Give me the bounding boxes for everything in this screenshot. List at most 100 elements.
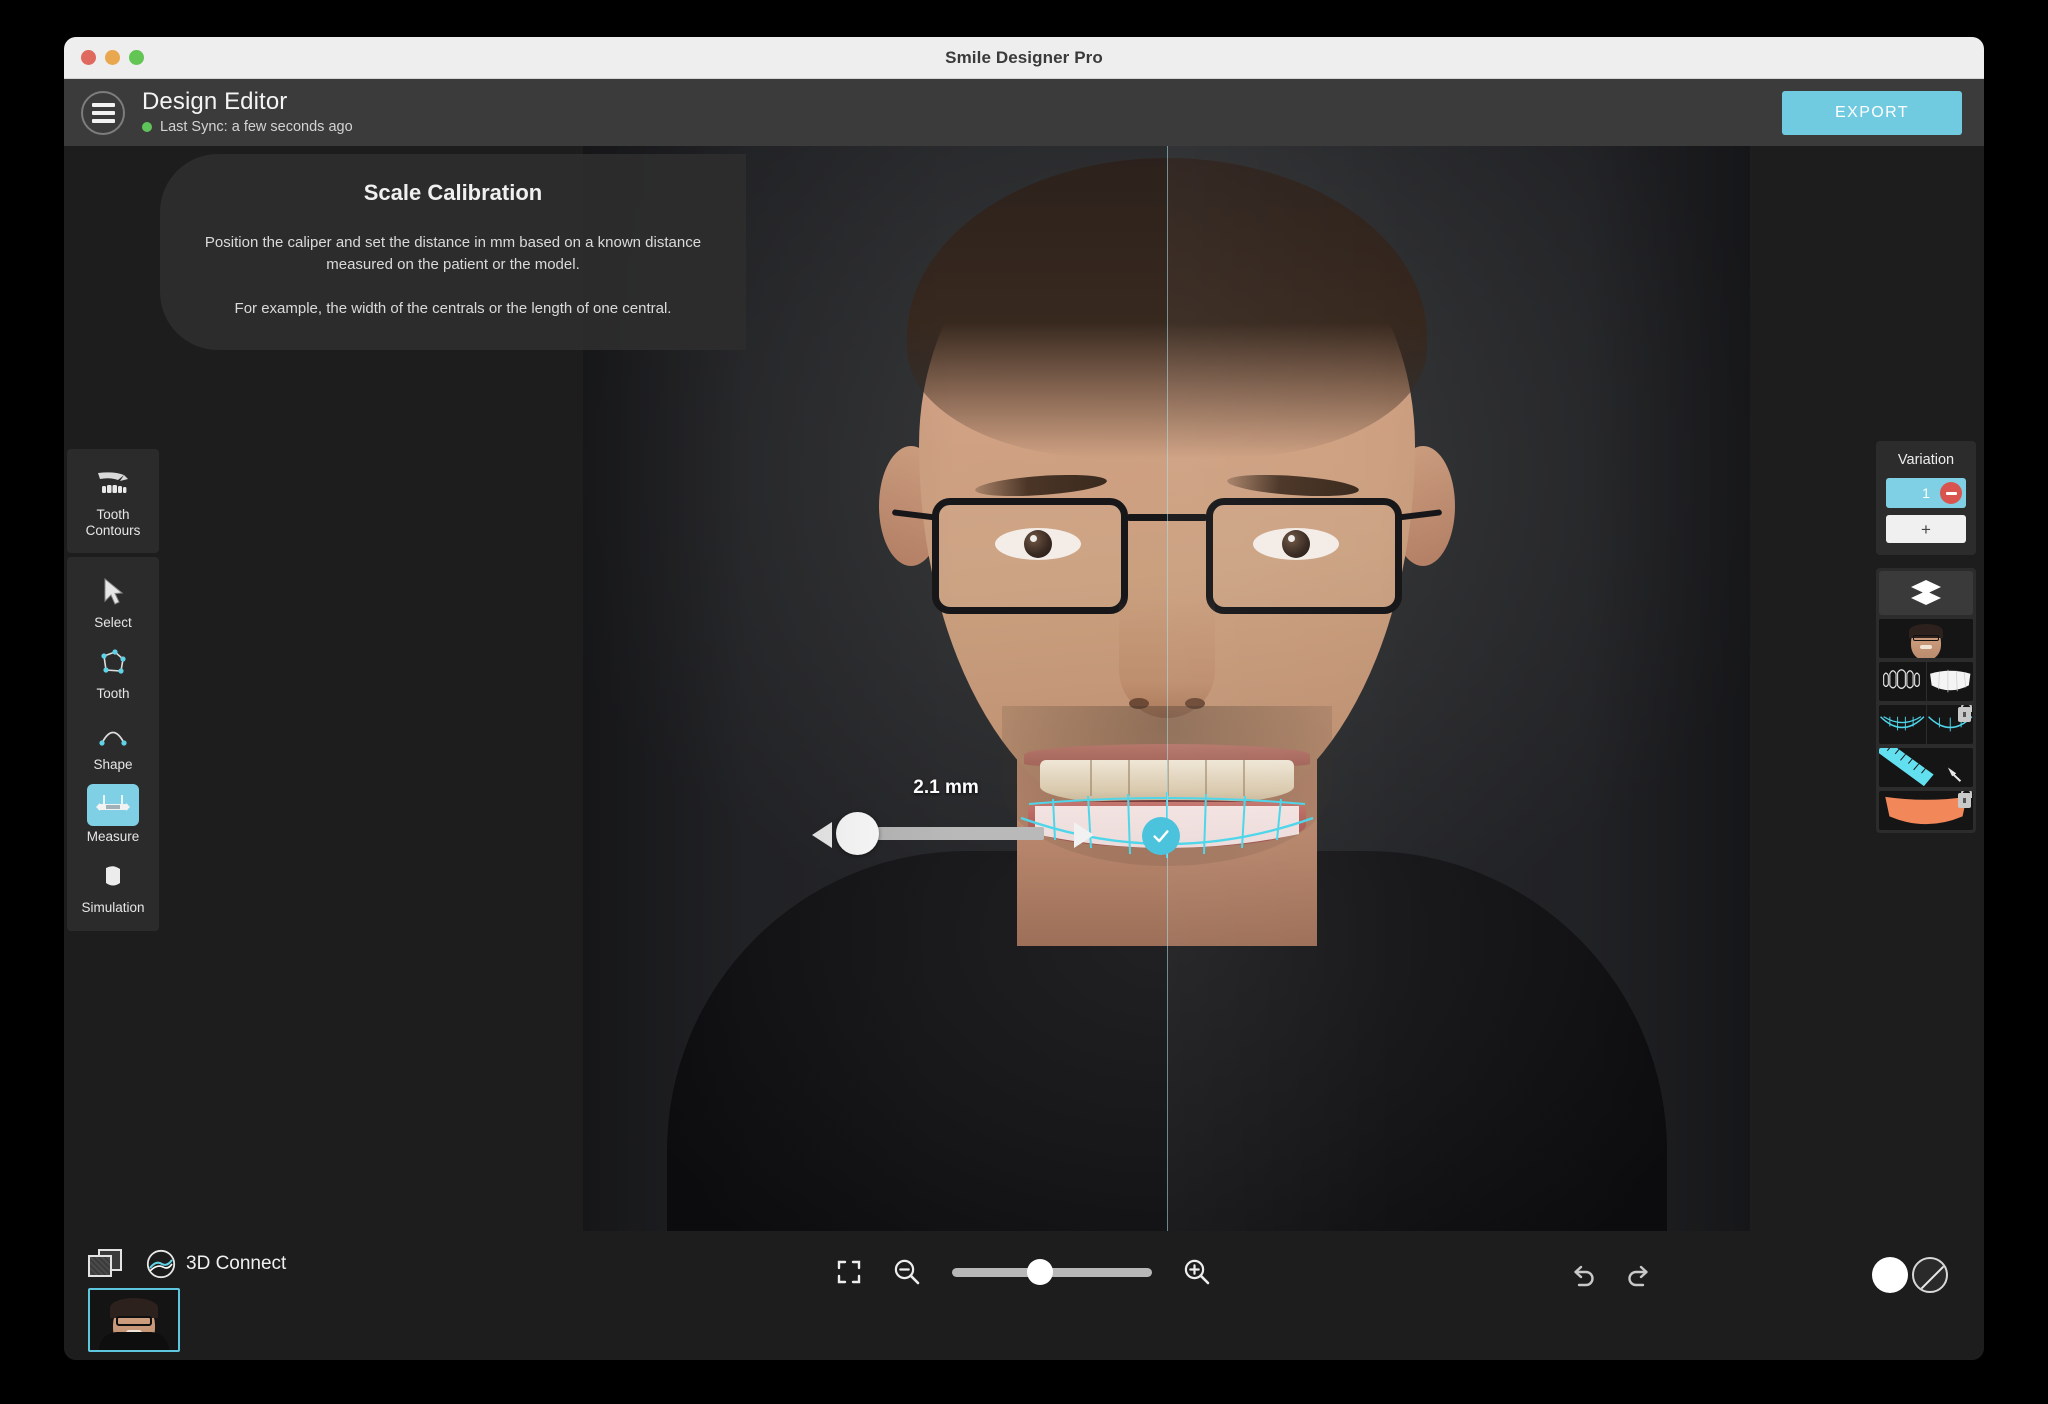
eyebrow-left bbox=[973, 471, 1108, 500]
window-traffic-lights bbox=[81, 50, 144, 65]
layer-row-teeth-outline[interactable] bbox=[1879, 662, 1973, 701]
close-button[interactable] bbox=[81, 50, 96, 65]
lock-icon[interactable] bbox=[1958, 705, 1972, 722]
incisal-curve bbox=[1020, 816, 1314, 846]
layers-stack-icon bbox=[1911, 580, 1941, 605]
nostril-right bbox=[1184, 698, 1205, 709]
3d-connect-globe-icon bbox=[146, 1249, 176, 1279]
tooth-separators bbox=[1052, 792, 1282, 858]
hair bbox=[906, 158, 1427, 458]
face-photo-icon bbox=[1879, 619, 1973, 658]
layers-toggle-button[interactable] bbox=[1879, 571, 1973, 615]
tool-select[interactable]: Select bbox=[67, 565, 159, 636]
bottom-left-group: 3D Connect bbox=[88, 1249, 286, 1279]
caliper-widget[interactable]: 2.1 mm bbox=[812, 777, 1094, 863]
tool-simulation[interactable]: Simulation bbox=[67, 850, 159, 921]
tooth-contours-icon bbox=[90, 464, 136, 504]
variation-number: 1 bbox=[1922, 485, 1930, 501]
scale-calibration-panel: Scale Calibration Position the caliper a… bbox=[160, 154, 746, 350]
tool-label-line1: Tooth bbox=[96, 507, 130, 522]
eyebrow-right bbox=[1225, 471, 1360, 500]
zoom-controls bbox=[836, 1257, 1212, 1287]
layer-row-ruler[interactable] bbox=[1879, 748, 1973, 787]
lock-icon[interactable] bbox=[1958, 791, 1972, 808]
caliper-bar[interactable] bbox=[848, 827, 1044, 840]
design-canvas[interactable]: 2.1 mm bbox=[583, 146, 1750, 1231]
patient-photo: 2.1 mm bbox=[583, 146, 1750, 1231]
tool-shape[interactable]: Shape bbox=[67, 707, 159, 778]
caliper-arrow-left-icon[interactable] bbox=[812, 822, 832, 848]
export-button[interactable]: EXPORT bbox=[1782, 90, 1962, 135]
tooth-gap bbox=[1166, 760, 1169, 797]
no-color-icon[interactable] bbox=[1912, 1257, 1948, 1293]
zoom-in-button[interactable] bbox=[1182, 1257, 1212, 1287]
add-variation-button[interactable]: + bbox=[1886, 515, 1966, 543]
shape-curve-icon bbox=[90, 714, 136, 754]
tool-tooth[interactable]: Tooth bbox=[67, 636, 159, 707]
undo-button[interactable] bbox=[1568, 1261, 1598, 1291]
tool-label-line2: Contours bbox=[85, 522, 141, 538]
right-panel: Variation 1 + bbox=[1876, 441, 1976, 833]
variation-item-1[interactable]: 1 bbox=[1886, 478, 1966, 508]
iris-right bbox=[1281, 530, 1310, 558]
window-title: Smile Designer Pro bbox=[945, 47, 1103, 67]
3d-connect-button[interactable]: 3D Connect bbox=[146, 1249, 286, 1279]
layer-row-photo[interactable] bbox=[1879, 619, 1973, 658]
upper-lip bbox=[1023, 744, 1310, 766]
patient-photo-thumbnail[interactable] bbox=[88, 1288, 180, 1352]
sync-status-label: Last Sync: a few seconds ago bbox=[160, 119, 353, 136]
teeth-white-icon bbox=[1927, 662, 1974, 701]
redo-icon bbox=[1628, 1265, 1648, 1287]
minus-circle-icon[interactable] bbox=[1940, 482, 1962, 504]
arch-curve-icon bbox=[1879, 705, 1927, 744]
layer-row-arch-design[interactable] bbox=[1879, 705, 1973, 744]
mouth-shadow bbox=[1045, 800, 1288, 814]
zoom-in-icon bbox=[1184, 1259, 1210, 1285]
shirt bbox=[666, 851, 1667, 1231]
simulated-teeth-fill bbox=[1035, 806, 1299, 848]
caliper-handle[interactable] bbox=[836, 812, 879, 855]
lens-left bbox=[931, 498, 1128, 614]
confirm-measurement-button[interactable] bbox=[1142, 817, 1180, 855]
fit-to-screen-button[interactable] bbox=[836, 1259, 862, 1285]
desktop-background: Smile Designer Pro Design Editor Last Sy… bbox=[0, 0, 2048, 1404]
tool-tooth-contours[interactable]: Tooth Contours bbox=[67, 457, 159, 543]
photo-stack-icon[interactable] bbox=[88, 1249, 122, 1279]
application-window: Smile Designer Pro Design Editor Last Sy… bbox=[64, 37, 1984, 1360]
color-swatches bbox=[1872, 1257, 1948, 1293]
tool-group-contours: Tooth Contours bbox=[67, 449, 159, 554]
workspace: 2.1 mm Scale Calibration Position the ca… bbox=[64, 146, 1984, 1360]
nose bbox=[1118, 598, 1215, 718]
ear-left bbox=[878, 446, 943, 566]
check-circle-icon bbox=[1153, 830, 1169, 843]
tooth-design-overlay bbox=[1020, 792, 1314, 858]
redo-button[interactable] bbox=[1624, 1261, 1654, 1291]
mirror-seam bbox=[1166, 146, 1750, 1231]
arch-curve-mirror-icon bbox=[1927, 705, 1974, 744]
head bbox=[918, 168, 1415, 828]
zoom-slider-handle[interactable] bbox=[1027, 1259, 1053, 1285]
eye-right bbox=[1252, 528, 1339, 560]
calibration-paragraph-1: Position the caliper and set the distanc… bbox=[204, 234, 702, 273]
sync-status-dot bbox=[142, 122, 152, 133]
caliper-arrow-right-icon[interactable] bbox=[1074, 822, 1094, 848]
layer-row-lip-mask[interactable] bbox=[1879, 791, 1973, 830]
eye-left bbox=[994, 528, 1081, 560]
stack-sheet-front bbox=[88, 1255, 112, 1277]
history-controls bbox=[1568, 1261, 1654, 1291]
sync-status-row: Last Sync: a few seconds ago bbox=[142, 119, 353, 135]
tool-measure[interactable]: Measure bbox=[67, 777, 159, 850]
hamburger-menu-icon[interactable] bbox=[81, 90, 125, 135]
minimize-button[interactable] bbox=[105, 50, 120, 65]
tooth-polygon-icon bbox=[90, 643, 136, 683]
hamburger-bar bbox=[91, 110, 115, 115]
maximize-button[interactable] bbox=[129, 50, 144, 65]
calibration-title: Scale Calibration bbox=[363, 180, 543, 205]
neck bbox=[1016, 706, 1317, 946]
zoom-slider[interactable] bbox=[952, 1259, 1152, 1285]
zoom-out-button[interactable] bbox=[892, 1257, 922, 1287]
undo-icon bbox=[1574, 1265, 1594, 1287]
swatch-white[interactable] bbox=[1872, 1257, 1908, 1293]
lower-lip bbox=[1027, 802, 1306, 848]
facial-stubble bbox=[1001, 706, 1332, 866]
